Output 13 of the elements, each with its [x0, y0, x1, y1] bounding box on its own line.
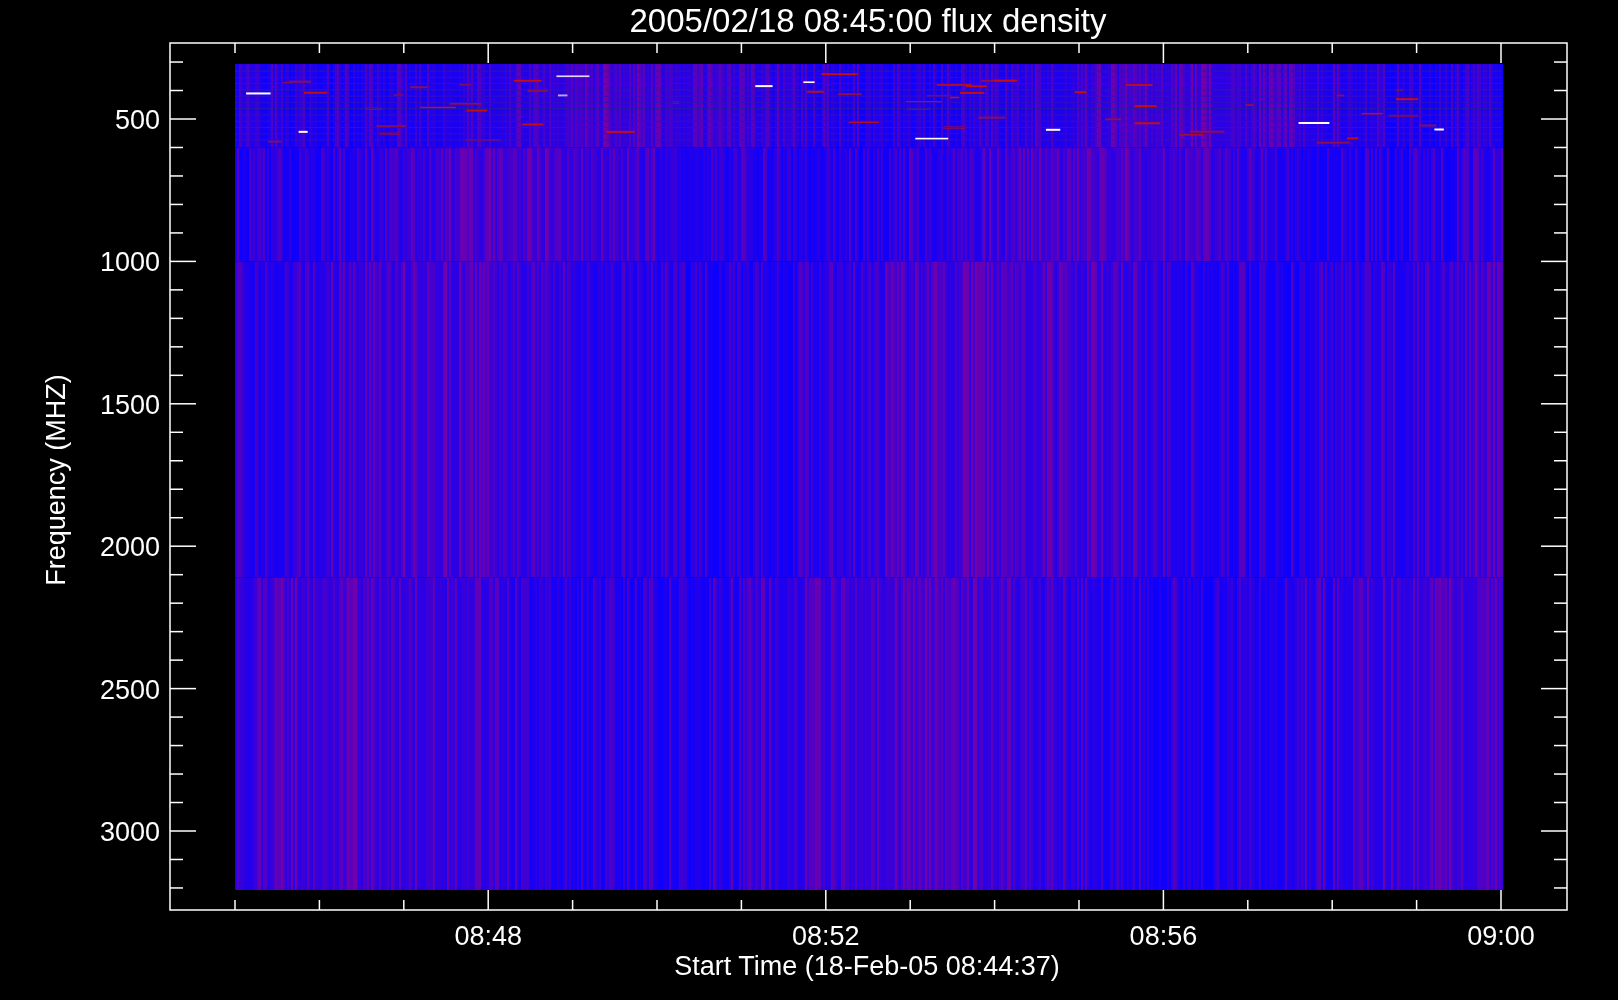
x-tick-label: 08:56 [1129, 921, 1198, 951]
x-axis-label: Start Time (18-Feb-05 08:44:37) [674, 951, 1060, 981]
y-tick-label: 2500 [99, 674, 160, 705]
plot-title: 2005/02/18 08:45:00 flux density [629, 2, 1107, 39]
x-tick-label: 08:52 [792, 921, 860, 951]
y-tick-label: 3000 [99, 817, 160, 847]
y-tick-label: 1000 [99, 247, 160, 278]
y-tick-label: 1500 [99, 389, 160, 420]
y-axis-label: Frequency (MHZ) [41, 374, 71, 586]
y-tick-label: 2000 [99, 532, 160, 563]
x-tick-label: 09:00 [1467, 921, 1535, 951]
y-tick-label: 500 [114, 105, 160, 135]
x-tick-label: 08:48 [454, 921, 522, 951]
